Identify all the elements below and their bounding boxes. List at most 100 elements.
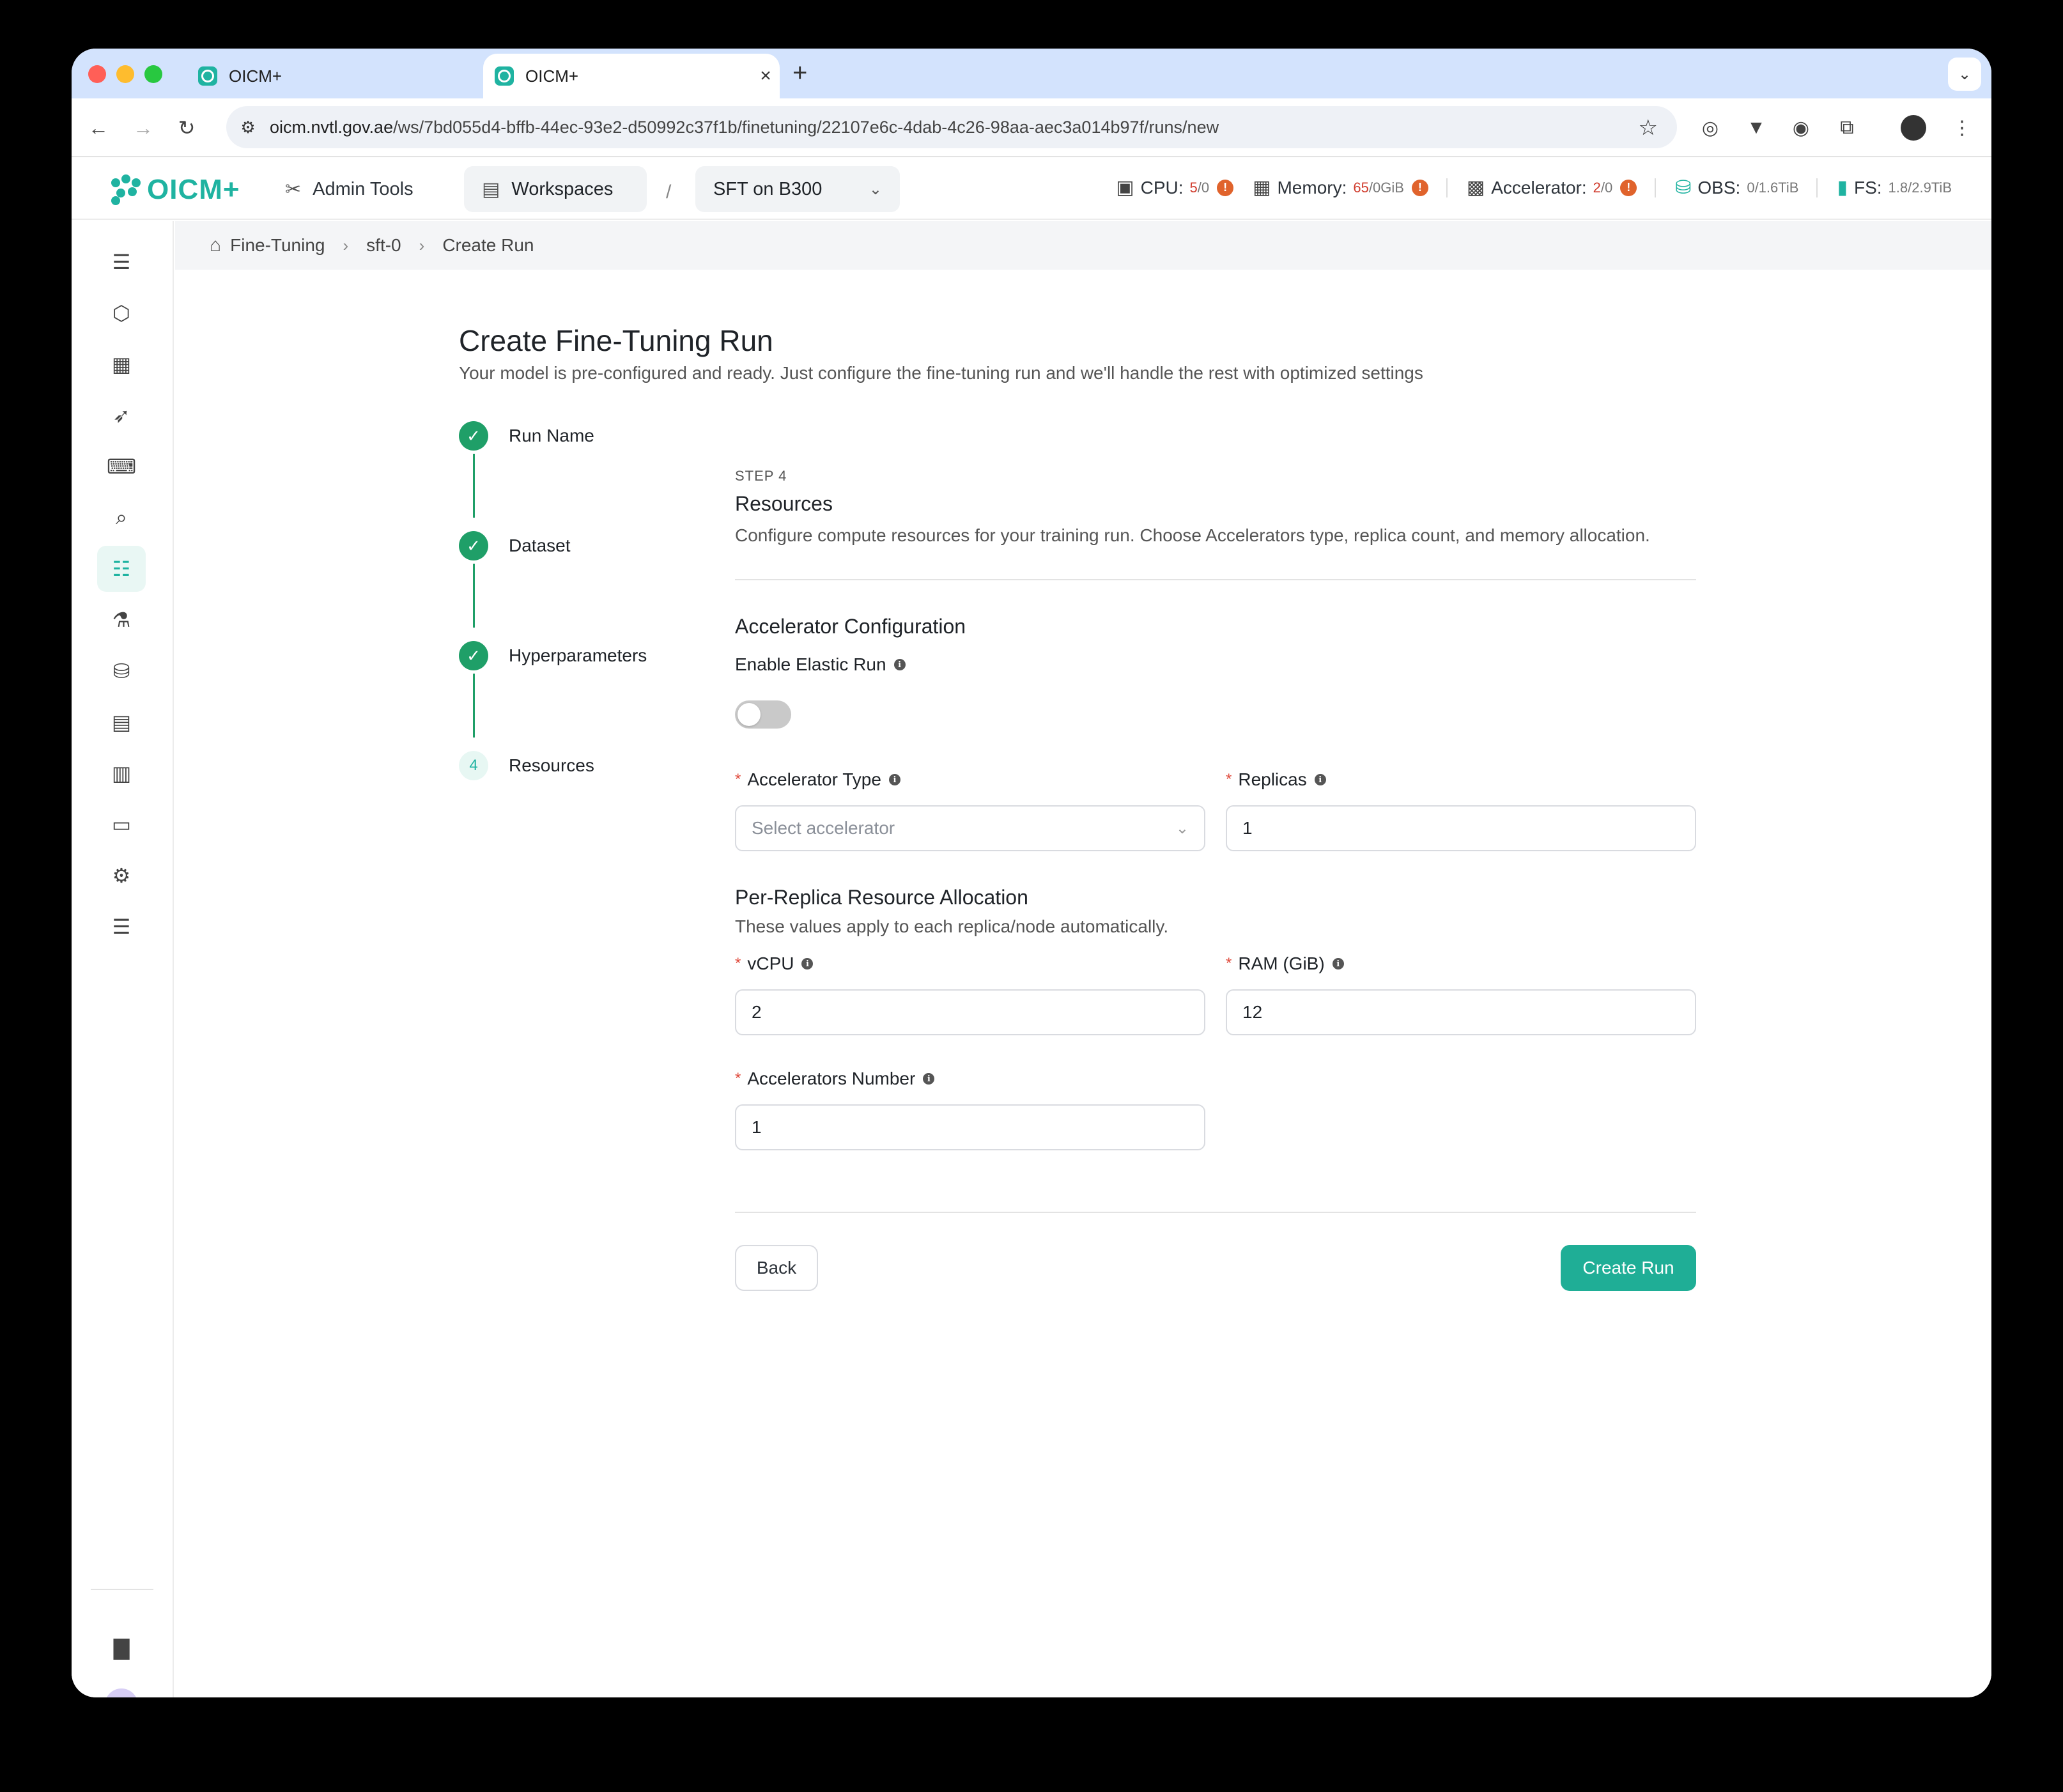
menu-hamburger-icon[interactable]: ☰ xyxy=(97,239,146,285)
memory-label: Memory: xyxy=(1277,177,1347,197)
step-connector xyxy=(473,674,475,738)
tab-search-chevron-icon[interactable]: ⌄ xyxy=(1948,58,1981,91)
step-title: Resources xyxy=(735,492,833,515)
warning-icon: ! xyxy=(1620,179,1637,196)
sidebar-storage-database-icon[interactable]: ⛁ xyxy=(97,648,146,694)
step-dataset[interactable]: ✓ Dataset xyxy=(459,527,715,565)
step-label: Run Name xyxy=(509,426,594,445)
forward-arrow-icon[interactable]: → xyxy=(128,112,158,143)
extensions-puzzle-icon[interactable]: ⧉ xyxy=(1833,114,1861,142)
sidebar-docs-book-icon[interactable]: ▇ xyxy=(97,1625,146,1671)
accelerators-number-input[interactable]: 1 xyxy=(735,1104,1205,1150)
create-run-button[interactable]: Create Run xyxy=(1561,1245,1696,1291)
divider xyxy=(1446,178,1448,197)
accelerator-label: Accelerator: xyxy=(1491,177,1587,197)
extension-icon[interactable]: ◎ xyxy=(1696,114,1724,142)
replicas-input[interactable]: 1 xyxy=(1226,805,1696,851)
fs-stat[interactable]: ▮ FS: 1.8/2.9TiB xyxy=(1837,176,1952,199)
close-window-button[interactable] xyxy=(88,65,106,83)
memory-stat[interactable]: ▦ Memory: 65/0GiB ! xyxy=(1253,176,1428,199)
replicas-label: * Replicas i xyxy=(1226,769,1326,790)
sidebar-deployments-rocket-icon[interactable]: ➶ xyxy=(97,392,146,438)
vue-extension-icon[interactable]: ▼ xyxy=(1742,114,1770,142)
cpu-chip-icon: ▣ xyxy=(1116,177,1134,198)
back-arrow-icon[interactable]: ← xyxy=(83,112,114,143)
sidebar-notebook-icon[interactable]: ▥ xyxy=(97,750,146,796)
gpu-icon: ▩ xyxy=(1466,177,1485,198)
cpu-stat[interactable]: ▣ CPU: 5/0 ! xyxy=(1116,176,1234,199)
page-title: Create Fine-Tuning Run xyxy=(459,324,773,357)
per-replica-title: Per-Replica Resource Allocation xyxy=(735,886,1028,909)
sidebar-finetuning-sliders-icon[interactable]: ☷ xyxy=(97,546,146,592)
browser-tab-2[interactable]: OICM+ × xyxy=(483,54,780,98)
accelerator-value: 2/0 xyxy=(1593,179,1613,196)
home-icon[interactable]: ⌂ xyxy=(210,235,221,256)
resource-stats: ▣ CPU: 5/0 ! ▦ Memory: 65/0GiB ! ▩ Accel… xyxy=(1097,176,1952,199)
workspaces-button[interactable]: ▤ Workspaces xyxy=(464,166,647,212)
info-icon[interactable]: i xyxy=(888,774,900,785)
info-icon[interactable]: i xyxy=(893,659,906,670)
info-icon[interactable]: i xyxy=(1314,774,1326,785)
chevron-down-icon: ⌄ xyxy=(1175,819,1189,837)
sidebar-divider xyxy=(91,1589,153,1590)
password-extension-icon[interactable]: ◉ xyxy=(1787,114,1815,142)
minimize-window-button[interactable] xyxy=(116,65,134,83)
bookmark-star-icon[interactable]: ☆ xyxy=(1639,115,1658,141)
sidebar-settings-gear-icon[interactable]: ⚙ xyxy=(97,853,146,899)
site-settings-icon[interactable]: ⚙ xyxy=(235,114,261,140)
step-number: 4 xyxy=(459,751,488,780)
new-tab-button[interactable]: + xyxy=(792,59,807,88)
sidebar-list-icon[interactable]: ☰ xyxy=(97,904,146,950)
sidebar-terminal-icon[interactable]: ▭ xyxy=(97,801,146,847)
step-description: Configure compute resources for your tra… xyxy=(735,525,1650,545)
tab-title: OICM+ xyxy=(229,66,282,86)
admin-tools-label: Admin Tools xyxy=(313,178,413,199)
divider xyxy=(735,579,1696,580)
browser-menu-icon[interactable]: ⋮ xyxy=(1948,114,1976,142)
cpu-label: CPU: xyxy=(1140,177,1184,197)
obs-stat[interactable]: ⛁ OBS: 0/1.6TiB xyxy=(1675,176,1798,199)
check-icon: ✓ xyxy=(459,421,488,451)
sidebar-compute-icon[interactable]: ▤ xyxy=(97,699,146,745)
info-icon[interactable]: i xyxy=(801,958,814,969)
sidebar-experiments-flask-icon[interactable]: ⚗ xyxy=(97,597,146,643)
ram-input[interactable]: 12 xyxy=(1226,989,1696,1035)
sidebar-analytics-icon[interactable]: ⌕ xyxy=(97,495,146,541)
vcpu-input[interactable]: 2 xyxy=(735,989,1205,1035)
info-icon[interactable]: i xyxy=(923,1073,935,1085)
reload-icon[interactable]: ↻ xyxy=(171,112,202,143)
info-icon[interactable]: i xyxy=(1332,958,1344,969)
sidebar-dashboard-icon[interactable]: ▦ xyxy=(97,341,146,387)
sidebar: ☰ ⬡ ▦ ➶ ⌨ ⌕ ☷ ⚗ ⛁ ▤ ▥ ▭ ⚙ ☰ ▇ M xyxy=(72,221,174,1697)
divider xyxy=(1816,178,1818,197)
step-resources[interactable]: 4 Resources xyxy=(459,746,715,785)
step-run-name[interactable]: ✓ Run Name xyxy=(459,417,715,455)
step-label: Resources xyxy=(509,755,594,775)
memory-value: 65/0GiB xyxy=(1353,179,1404,196)
back-button[interactable]: Back xyxy=(735,1245,818,1291)
oicm-logo[interactable]: OICM+ xyxy=(111,174,240,206)
elastic-run-label: Enable Elastic Run i xyxy=(735,654,906,675)
browser-window: OICM+ × OICM+ × + ⌄ ← → ↻ ⚙ oicm.nvtl.go… xyxy=(72,49,1991,1697)
warning-icon: ! xyxy=(1411,179,1428,196)
address-bar[interactable]: ⚙ oicm.nvtl.gov.ae/ws/7bd055d4-bffb-44ec… xyxy=(226,106,1677,148)
workspace-icon: ▤ xyxy=(482,178,500,200)
admin-tools-button[interactable]: ✂ Admin Tools xyxy=(267,166,431,212)
profile-avatar-icon[interactable] xyxy=(1901,115,1926,141)
breadcrumb-sft[interactable]: sft-0 xyxy=(366,235,401,256)
cpu-value: 5/0 xyxy=(1189,179,1210,196)
breadcrumb-finetuning[interactable]: Fine-Tuning xyxy=(230,235,325,256)
elastic-run-toggle[interactable] xyxy=(735,700,791,729)
project-selector[interactable]: SFT on B300 ⌄ xyxy=(695,166,900,212)
user-avatar[interactable]: M xyxy=(105,1688,138,1697)
maximize-window-button[interactable] xyxy=(144,65,162,83)
sidebar-models-cube-icon[interactable]: ⬡ xyxy=(97,290,146,336)
workspaces-label: Workspaces xyxy=(511,178,614,199)
warning-icon: ! xyxy=(1217,179,1234,196)
accelerator-type-select[interactable]: Select accelerator ⌄ xyxy=(735,805,1205,851)
accelerator-stat[interactable]: ▩ Accelerator: 2/0 ! xyxy=(1467,176,1637,199)
close-tab-icon[interactable]: × xyxy=(752,65,780,87)
logo-mark-icon xyxy=(111,174,142,205)
step-hyperparameters[interactable]: ✓ Hyperparameters xyxy=(459,637,715,675)
sidebar-code-icon[interactable]: ⌨ xyxy=(97,444,146,490)
